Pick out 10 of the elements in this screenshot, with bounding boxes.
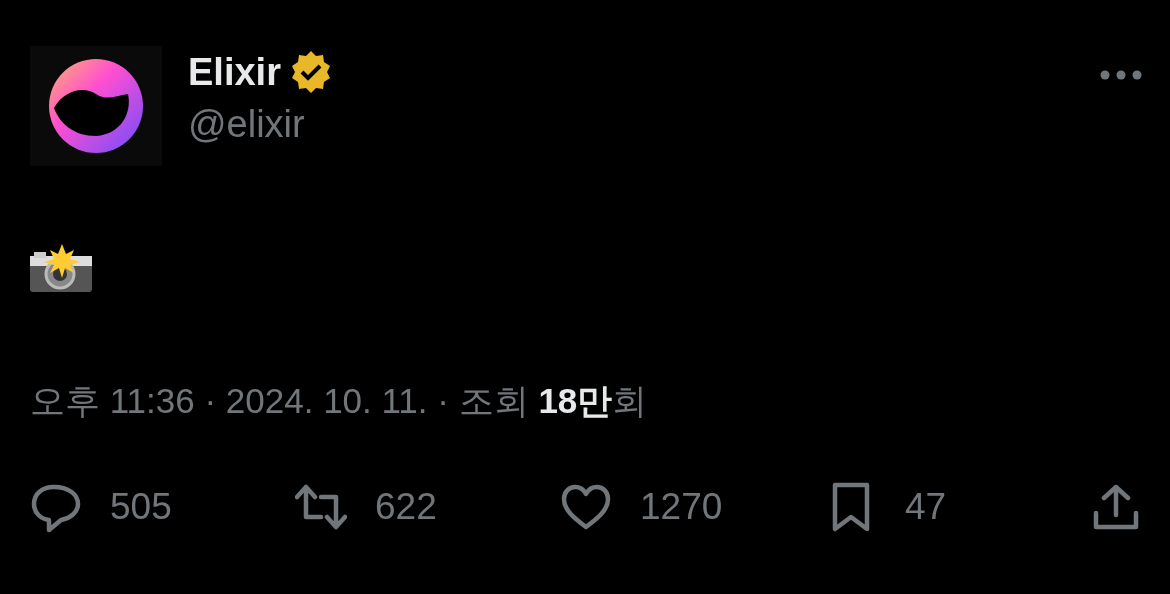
repost-button[interactable]: 622 bbox=[295, 481, 560, 533]
author-handle[interactable]: @elixir bbox=[188, 98, 333, 150]
like-button[interactable]: 1270 bbox=[560, 481, 825, 533]
more-icon[interactable] bbox=[1100, 70, 1142, 80]
reply-button[interactable]: 505 bbox=[30, 481, 295, 533]
avatar[interactable] bbox=[30, 46, 162, 166]
camera-flash-icon bbox=[30, 244, 92, 292]
bookmark-button[interactable]: 47 bbox=[825, 481, 1090, 533]
author-name[interactable]: Elixir bbox=[188, 46, 281, 98]
tweet-meta: 오후 11:36 · 2024. 10. 11. · 조회 18만회 bbox=[30, 380, 649, 422]
